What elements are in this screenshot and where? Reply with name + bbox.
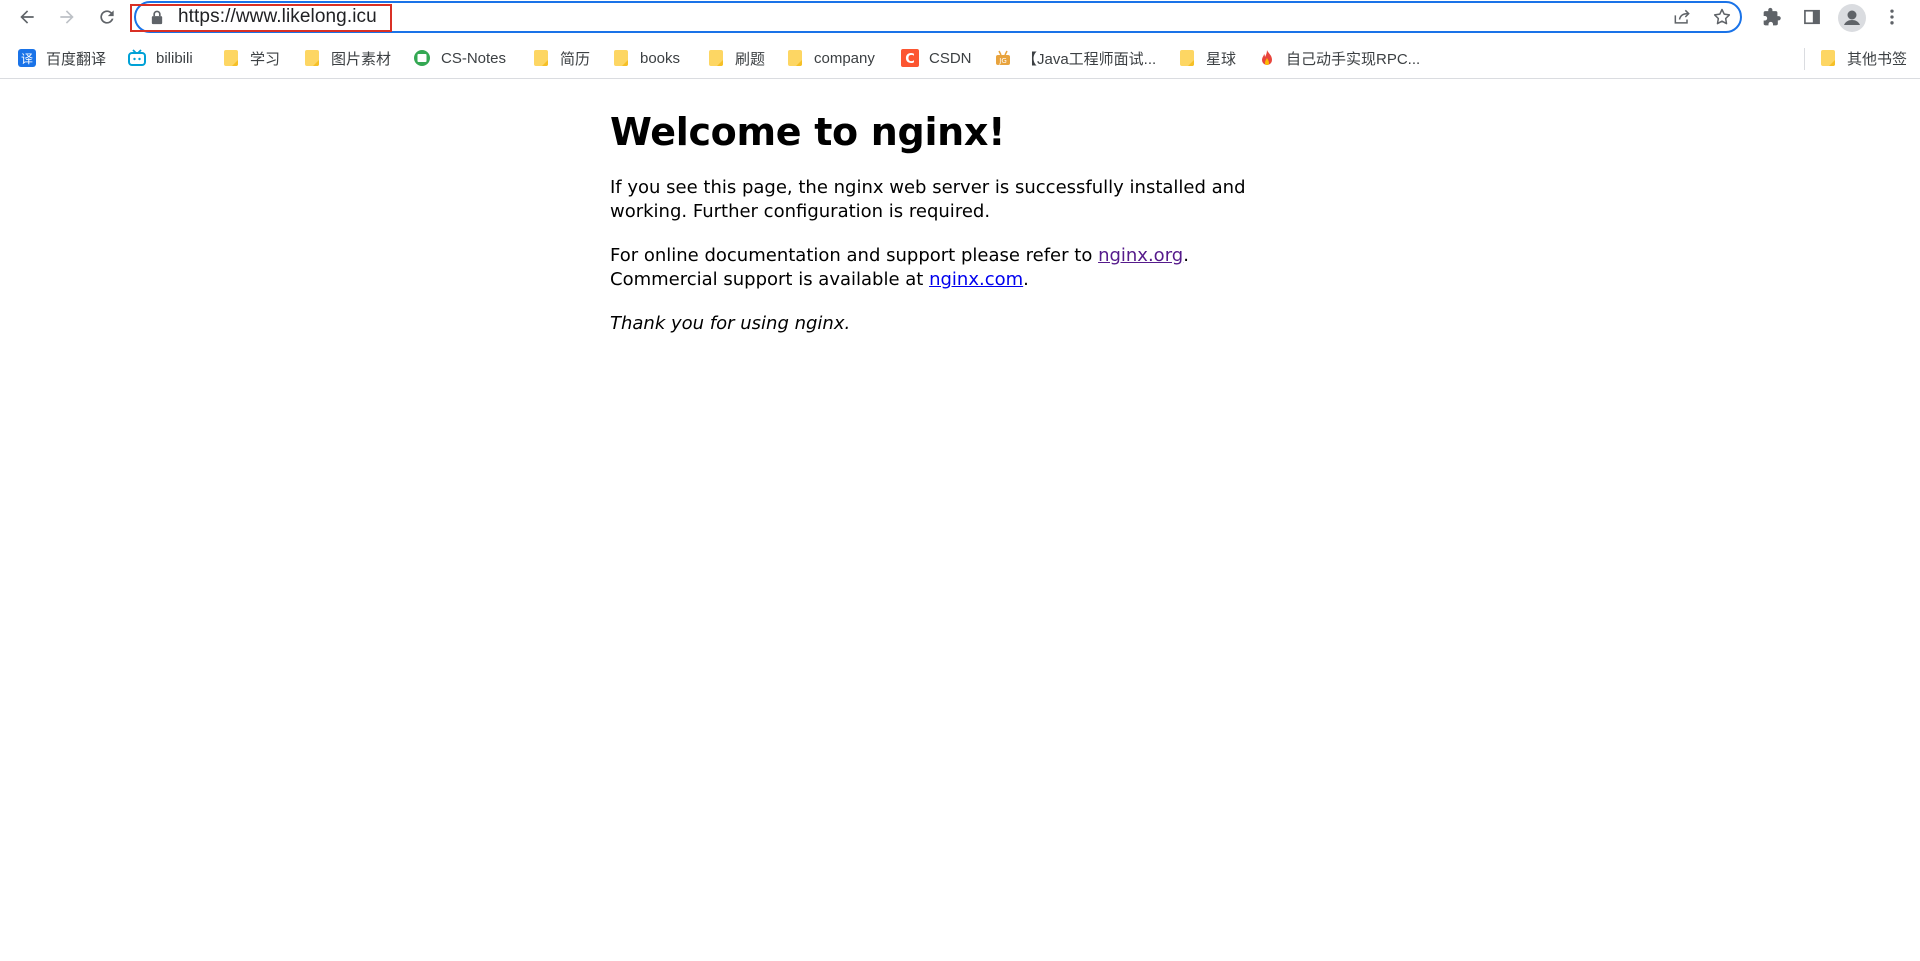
bookmarks-divider (1804, 48, 1805, 70)
folder-icon (1819, 49, 1837, 67)
bookmark-other-folder[interactable]: 其他书签 (1819, 46, 1907, 70)
folder-icon (1178, 49, 1196, 67)
url-text[interactable]: https://www.likelong.icu (178, 6, 377, 28)
thanks-paragraph: Thank you for using nginx. (610, 313, 851, 334)
folder-icon (786, 49, 804, 67)
reload-icon (100, 10, 114, 24)
intro-paragraph: If you see this page, the nginx web serv… (610, 177, 1246, 222)
baidu-translate-icon: 译 (18, 49, 36, 67)
folder-icon (303, 49, 321, 67)
forward-button[interactable] (52, 2, 82, 32)
profile-avatar-icon[interactable] (1838, 4, 1866, 32)
folder-icon (707, 49, 725, 67)
flame-icon (1258, 49, 1276, 67)
page-content: Welcome to nginx! If you see this page, … (610, 92, 1290, 356)
cs-notes-icon (413, 49, 431, 67)
bookmark-java-interview[interactable]: JG 【Java工程师面试... (994, 46, 1156, 70)
forward-arrow-icon (60, 10, 74, 24)
reload-button[interactable] (92, 2, 122, 32)
browser-toolbar: https://www.likelong.icu (0, 0, 1920, 34)
bookmark-folder-xingqiu[interactable]: 星球 (1178, 46, 1236, 70)
bookmark-csdn[interactable]: C CSDN (901, 46, 972, 70)
back-arrow-icon (20, 10, 34, 24)
folder-icon (222, 49, 240, 67)
page-heading: Welcome to nginx! (610, 110, 1006, 154)
bookmark-folder-shuati[interactable]: 刷题 (707, 46, 765, 70)
bookmark-folder-tupian[interactable]: 图片素材 (303, 46, 391, 70)
lock-icon[interactable] (150, 10, 164, 25)
bookmark-folder-company[interactable]: company (786, 46, 875, 70)
bilibili-icon (128, 49, 146, 67)
bookmark-folder-jianli[interactable]: 简历 (532, 46, 590, 70)
svg-text:JG: JG (998, 57, 1007, 65)
nginx-com-link[interactable]: nginx.com (929, 269, 1023, 290)
back-button[interactable] (12, 2, 42, 32)
nginx-org-link[interactable]: nginx.org (1098, 245, 1183, 266)
menu-kebab-icon[interactable] (1882, 7, 1902, 27)
support-paragraph: For online documentation and support ple… (610, 245, 1189, 290)
csdn-icon: C (901, 49, 919, 67)
bookmark-folder-xuexi[interactable]: 学习 (222, 46, 280, 70)
bookmark-rpc[interactable]: 自己动手实现RPC... (1258, 46, 1420, 70)
folder-icon (612, 49, 630, 67)
svg-text:译: 译 (21, 52, 33, 66)
bookmark-star-icon[interactable] (1712, 7, 1732, 27)
side-panel-icon[interactable] (1802, 7, 1822, 27)
share-icon[interactable] (1672, 7, 1692, 27)
bookmark-bilibili[interactable]: bilibili (128, 46, 193, 70)
bookmark-cs-notes[interactable]: CS-Notes (413, 46, 506, 70)
java-icon: JG (994, 49, 1012, 67)
extensions-puzzle-icon[interactable] (1762, 7, 1782, 27)
bookmark-folder-books[interactable]: books (612, 46, 680, 70)
svg-text:C: C (905, 52, 915, 67)
bookmarks-bar: 译 百度翻译 bilibili 学习 图片素材 CS-Notes 简历 book… (0, 40, 1920, 79)
bookmark-baidu-translate[interactable]: 译 百度翻译 (18, 46, 106, 70)
folder-icon (532, 49, 550, 67)
